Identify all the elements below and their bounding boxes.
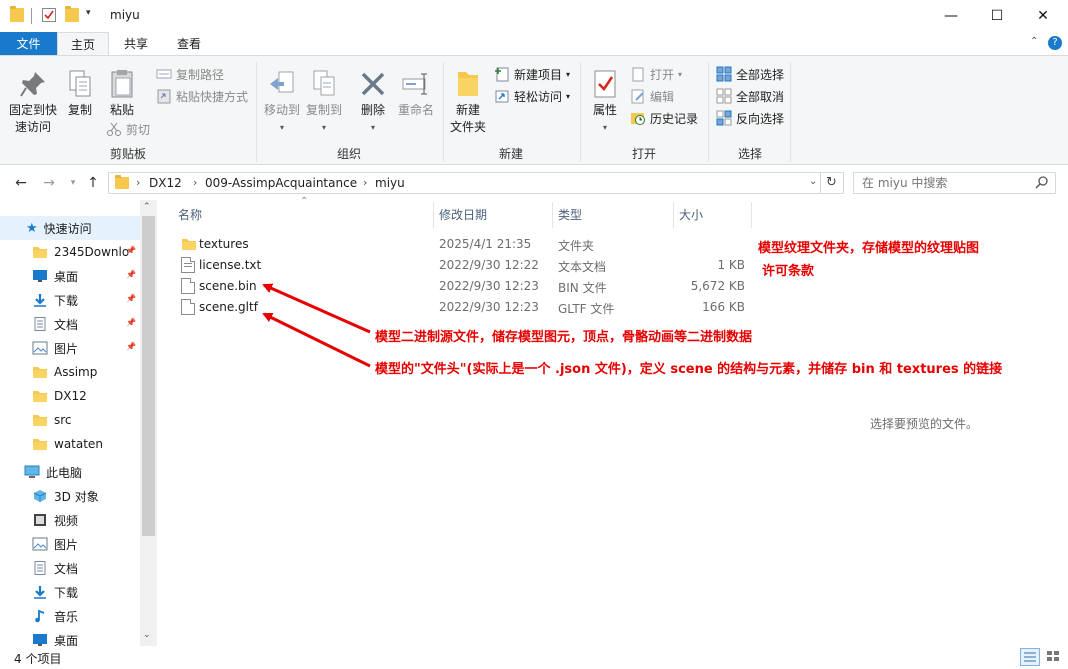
item-count: 4 个项目 xyxy=(14,652,62,666)
arrow-to-scene-bin xyxy=(262,283,371,334)
status-bar: 4 个项目 xyxy=(0,646,1068,669)
preview-pane-message: 选择要预览的文件。 xyxy=(870,417,979,431)
arrow-to-scene-gltf xyxy=(262,312,371,368)
large-icons-view-icon[interactable] xyxy=(1044,648,1064,666)
details-view-icon[interactable] xyxy=(1020,648,1040,666)
annotation-arrows xyxy=(262,283,371,368)
